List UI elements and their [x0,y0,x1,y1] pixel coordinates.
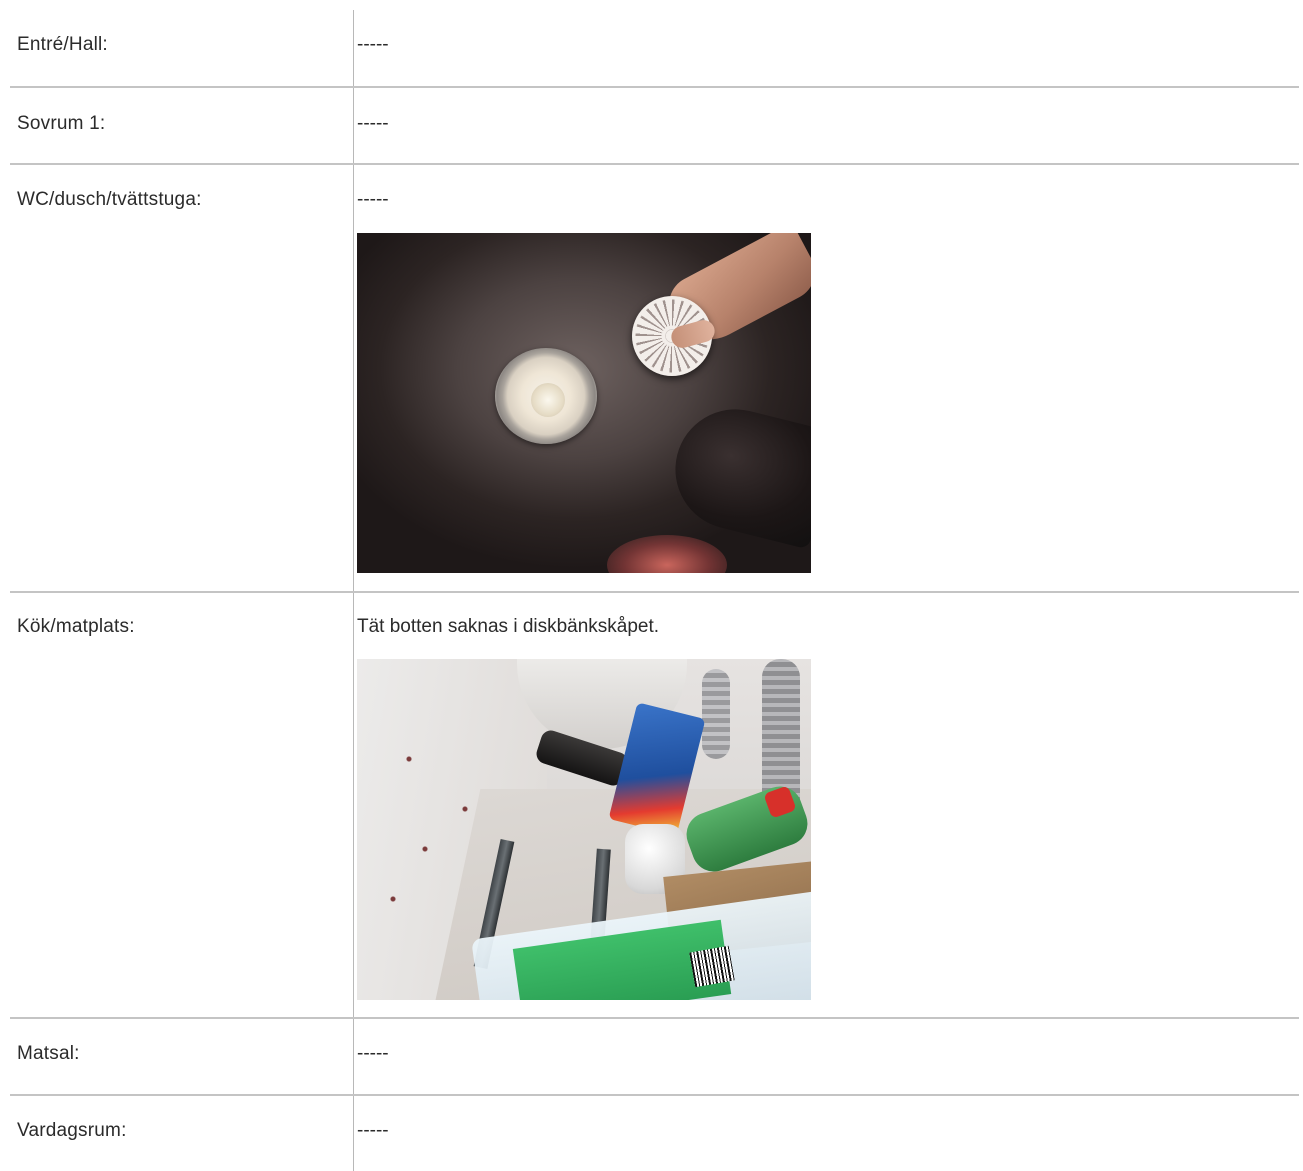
room-value-vardagsrum: ----- [357,1120,389,1141]
room-label-wc: WC/dusch/tvättstuga: [17,189,202,210]
finger-blur [607,535,727,573]
room-label-matsal: Matsal: [17,1043,80,1064]
room-value-wc: ----- [357,189,389,210]
row-separator [10,163,1299,165]
room-value-kok: Tät botten saknas i diskbänkskåpet. [357,616,660,637]
foot [662,396,811,550]
room-label-sovrum: Sovrum 1: [17,113,106,134]
row-separator [10,86,1299,88]
photo-shower-drain [357,233,811,573]
row-separator [10,1094,1299,1096]
room-label-vardagsrum: Vardagsrum: [17,1120,127,1141]
room-label-kok: Kök/matplats: [17,616,135,637]
drain-hose [702,669,730,759]
room-value-entre: ----- [357,34,389,55]
room-label-entre: Entré/Hall: [17,34,108,55]
barcode [689,945,735,988]
drain-inner [531,383,565,417]
row-separator [10,1017,1299,1019]
room-value-sovrum: ----- [357,113,389,134]
room-value-matsal: ----- [357,1043,389,1064]
photo-sink-cabinet [357,659,811,1000]
row-separator [10,591,1299,593]
